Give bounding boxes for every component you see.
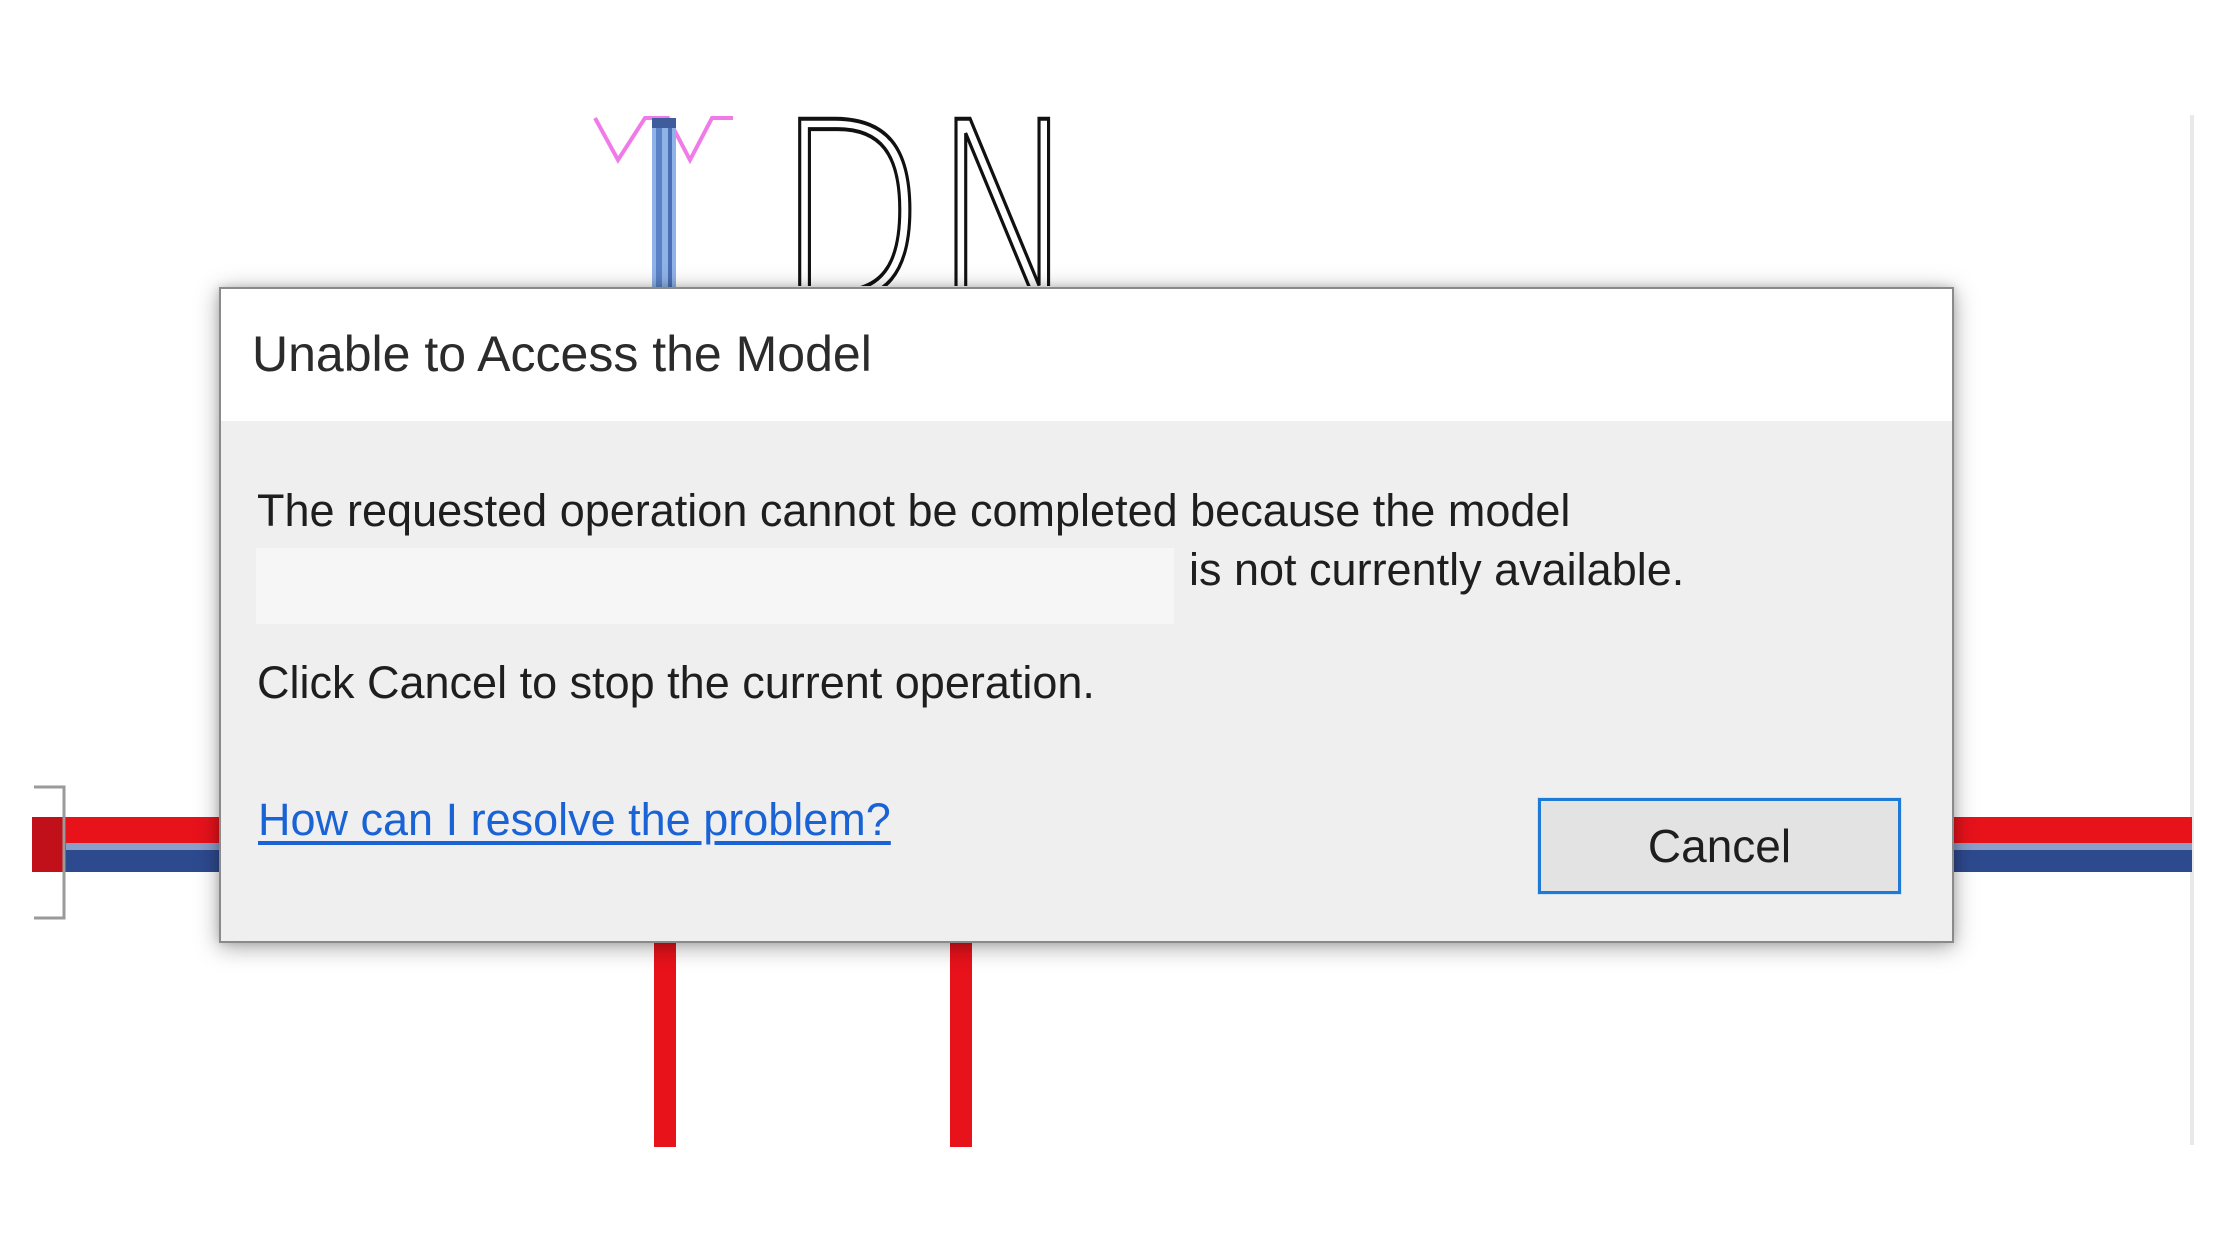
message-line-3: Click Cancel to stop the current operati… (257, 657, 1095, 708)
dialog-titlebar: Unable to Access the Model (221, 289, 1952, 421)
redacted-model-path (256, 548, 1174, 624)
error-dialog: Unable to Access the Model The requested… (219, 287, 1954, 943)
horizontal-pipe-left (32, 817, 232, 872)
message-line-1: The requested operation cannot be comple… (257, 485, 1571, 536)
cancel-button[interactable]: Cancel (1537, 797, 1902, 895)
vertical-pipe-top (652, 118, 676, 290)
vertical-pipe-bottom-right (950, 942, 972, 1147)
view-border-right (2190, 115, 2194, 1145)
drawing-label: DN (776, 90, 1085, 286)
horizontal-pipe-right (1952, 817, 2192, 872)
help-link[interactable]: How can I resolve the problem? (258, 794, 891, 846)
vertical-pipe-bottom-left (654, 942, 676, 1147)
message-line-2: is not currently available. (1189, 544, 1685, 595)
dialog-title: Unable to Access the Model (252, 326, 872, 382)
revit-canvas: DN Unable to Access the Model The reques… (0, 0, 2232, 1255)
